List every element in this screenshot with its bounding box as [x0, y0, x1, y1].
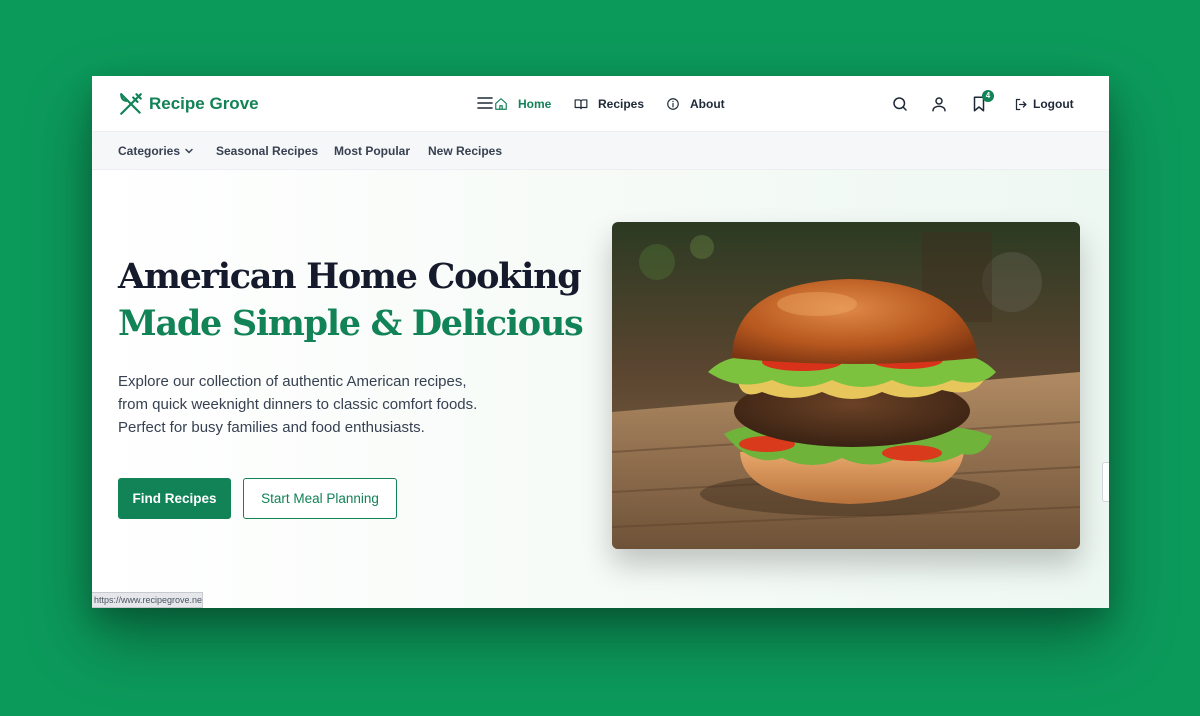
- status-bar-url: https://www.recipegrove.net: [92, 592, 203, 608]
- hero-burger-image: [612, 222, 1080, 549]
- nav-item-about[interactable]: About: [666, 95, 725, 113]
- brand-logo[interactable]: Recipe Grove: [118, 92, 259, 116]
- hero-section: American Home Cooking Made Simple & Deli…: [92, 170, 1109, 608]
- logout-label: Logout: [1033, 97, 1074, 111]
- nav-label: Recipes: [598, 97, 645, 111]
- nav-label: Home: [518, 97, 552, 111]
- nav-item-recipes[interactable]: Recipes: [574, 95, 644, 113]
- top-navbar: Recipe Grove Home Recipes About 4 Logout: [92, 76, 1109, 132]
- categories-label: Categories: [118, 144, 181, 158]
- subnav-item-new-recipes[interactable]: New Recipes: [428, 144, 502, 158]
- categories-dropdown[interactable]: Categories: [118, 144, 194, 158]
- find-recipes-button[interactable]: Find Recipes: [118, 478, 231, 519]
- burger-illustration: [612, 222, 1080, 549]
- browser-window: Recipe Grove Home Recipes About 4 Logout…: [92, 76, 1109, 608]
- side-feedback-tab[interactable]: [1102, 462, 1109, 502]
- hero-headline-accent: Made Simple & Delicious: [118, 303, 584, 344]
- brand-name: Recipe Grove: [149, 94, 259, 113]
- hero-description: Explore our collection of authentic Amer…: [118, 373, 478, 436]
- logout-button[interactable]: Logout: [1014, 95, 1074, 113]
- subnav-item-most-popular[interactable]: Most Popular: [334, 144, 410, 158]
- info-icon: [667, 98, 679, 110]
- start-meal-planning-button[interactable]: Start Meal Planning: [243, 478, 397, 519]
- secondary-navbar: Categories Seasonal Recipes Most Popular…: [92, 132, 1109, 170]
- bookmark-count-badge: 4: [982, 90, 994, 102]
- logout-icon: [1015, 98, 1027, 110]
- user-icon[interactable]: [930, 95, 948, 113]
- nav-item-home[interactable]: Home: [494, 95, 551, 113]
- home-icon: [495, 98, 507, 110]
- book-icon: [574, 99, 588, 110]
- search-icon[interactable]: [891, 95, 909, 113]
- subnav-item-seasonal-recipes[interactable]: Seasonal Recipes: [216, 144, 318, 158]
- hero-headline: American Home Cooking: [118, 256, 582, 297]
- hamburger-menu-icon[interactable]: [477, 96, 493, 110]
- fork-knife-icon: [120, 93, 142, 115]
- nav-label: About: [690, 97, 725, 111]
- chevron-down-icon: [185, 148, 193, 154]
